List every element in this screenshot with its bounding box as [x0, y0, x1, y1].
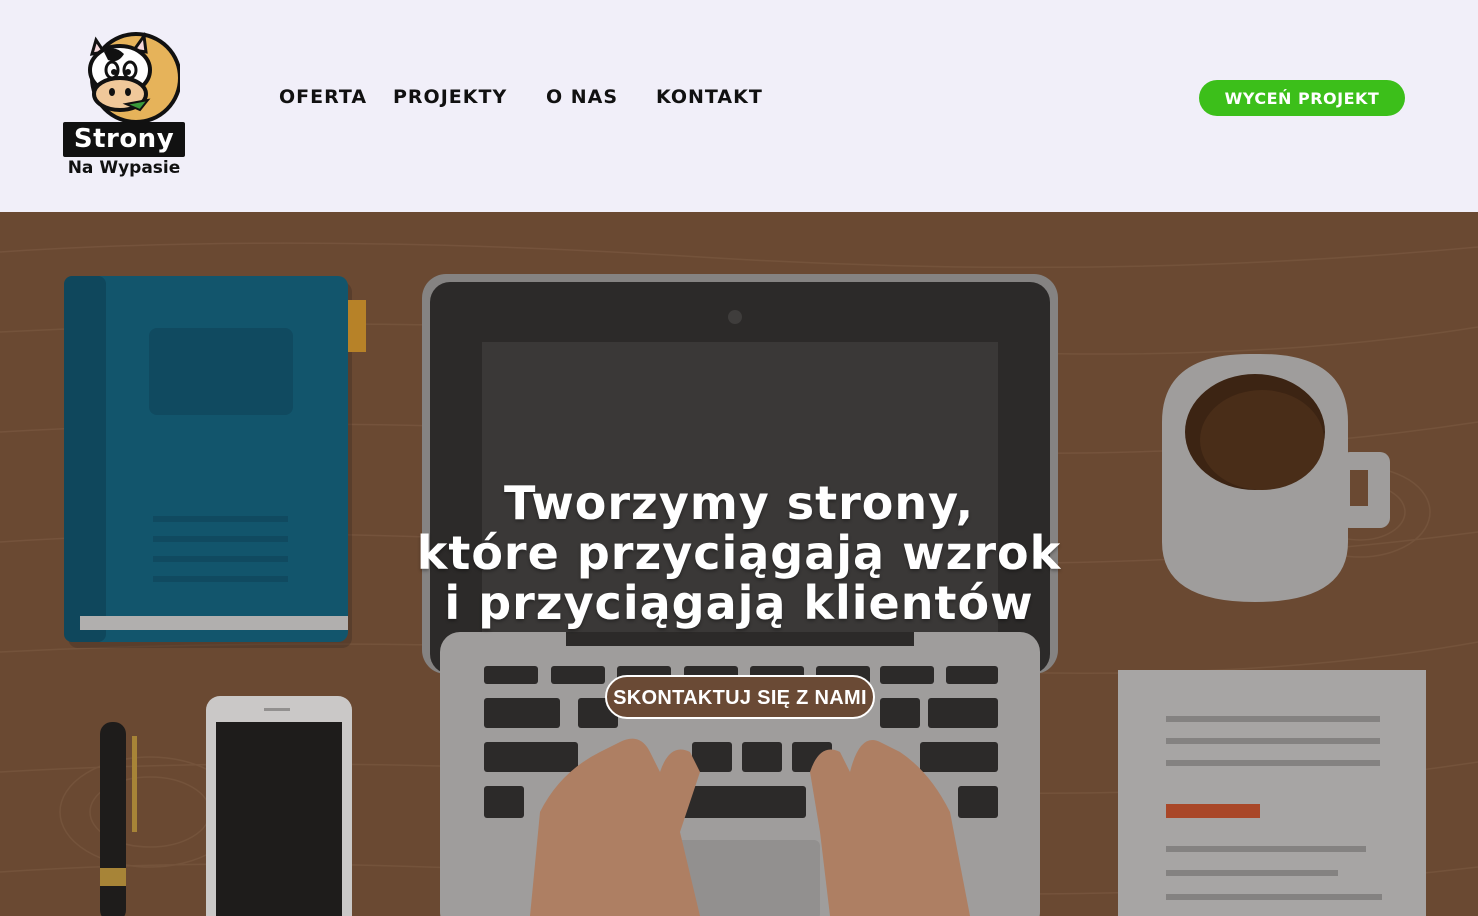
hero-headline-line: Tworzymy strony,: [503, 476, 975, 530]
hero-section: Tworzymy strony, które przyciągają wzrok…: [0, 212, 1478, 916]
logo-title-box: Strony: [63, 122, 185, 157]
nav-item-kontakt[interactable]: KONTAKT: [656, 86, 763, 108]
nav-item-projekty[interactable]: PROJEKTY: [393, 86, 507, 108]
site-logo[interactable]: Strony Na Wypasie: [60, 30, 190, 185]
nav-item-oferta[interactable]: OFERTA: [279, 86, 367, 108]
logo-subtitle: Na Wypasie: [67, 158, 181, 178]
hero-headline-line: które przyciągają wzrok: [416, 526, 1062, 580]
contact-us-button[interactable]: SKONTAKTUJ SIĘ Z NAMI: [605, 675, 875, 719]
nav-item-o-nas[interactable]: O NAS: [546, 86, 618, 108]
hero-headline: Tworzymy strony, które przyciągają wzrok…: [339, 478, 1139, 628]
logo-title: Strony: [73, 124, 175, 154]
quote-project-button[interactable]: WYCEŃ PROJEKT: [1199, 80, 1405, 116]
hero-headline-line: i przyciągają klientów: [444, 576, 1034, 630]
site-header: Strony Na Wypasie OFERTA PROJEKTY O NAS …: [0, 0, 1478, 212]
cow-mascot-icon: [88, 32, 180, 124]
